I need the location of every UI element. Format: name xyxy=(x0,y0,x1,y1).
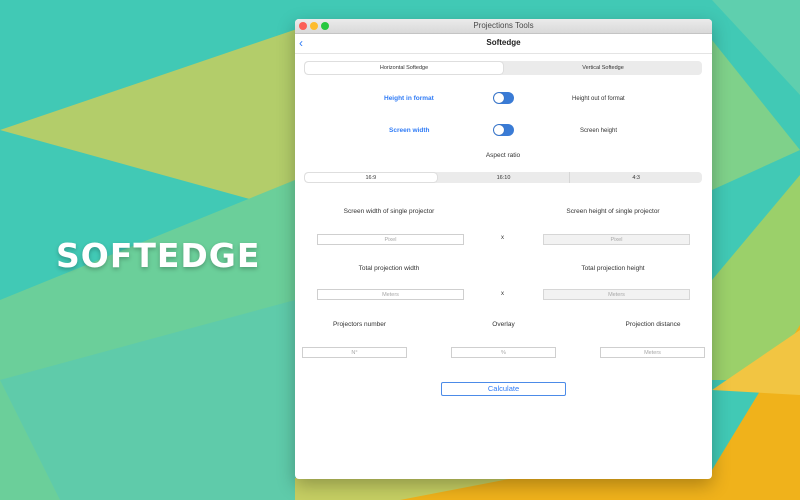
aspect-ratio-segmented-control: 16:9 16:10 4:3 xyxy=(304,172,702,183)
projection-distance-label: Projection distance xyxy=(625,321,681,328)
window-title: Projections Tools xyxy=(473,21,534,30)
height-in-format-label: Height in format xyxy=(384,95,434,102)
projectors-number-label: Projectors number xyxy=(332,321,387,328)
total-height-input[interactable] xyxy=(543,289,690,300)
segment-horizontal-softedge[interactable]: Horizontal Softedge xyxy=(305,62,503,74)
height-out-of-format-label: Height out of format xyxy=(572,96,625,102)
overlay-label: Overlay xyxy=(492,321,515,328)
projection-distance-input[interactable] xyxy=(600,347,705,358)
softedge-mode-segmented-control: Horizontal Softedge Vertical Softedge xyxy=(304,61,702,75)
dimension-separator: x xyxy=(501,291,504,297)
aspect-ratio-label: Aspect ratio xyxy=(485,152,521,159)
total-width-label: Total projection width xyxy=(358,265,420,272)
height-format-toggle[interactable] xyxy=(493,92,514,104)
screen-width-label: Screen width xyxy=(389,127,430,134)
total-width-input[interactable] xyxy=(317,289,464,300)
toggle-knob xyxy=(494,125,504,135)
screen-height-label: Screen height xyxy=(580,128,618,134)
segment-16-9[interactable]: 16:9 xyxy=(305,173,437,182)
segment-16-10[interactable]: 16:10 xyxy=(438,172,570,183)
overlay-input[interactable] xyxy=(451,347,556,358)
nav-title: Softedge xyxy=(486,38,521,47)
app-window: Projections Tools ‹ Softedge Horizontal … xyxy=(295,19,712,479)
title-bar: Projections Tools xyxy=(295,19,712,34)
screen-dimension-toggle[interactable] xyxy=(493,124,514,136)
navigation-bar: ‹ Softedge xyxy=(295,34,712,54)
promo-headline: SOFTEDGE xyxy=(56,236,261,275)
total-height-label: Total projection height xyxy=(581,265,645,272)
calculate-button[interactable]: Calculate xyxy=(441,382,566,396)
projectors-number-input[interactable] xyxy=(302,347,407,358)
projector-width-label: Screen width of single projector xyxy=(343,208,435,215)
projector-width-input[interactable] xyxy=(317,234,464,245)
projector-height-label: Screen height of single projector xyxy=(566,208,660,215)
dimension-separator: x xyxy=(501,235,504,241)
projector-height-input[interactable] xyxy=(543,234,690,245)
segment-4-3[interactable]: 4:3 xyxy=(569,172,702,183)
segment-vertical-softedge[interactable]: Vertical Softedge xyxy=(504,61,702,75)
toggle-knob xyxy=(494,93,504,103)
